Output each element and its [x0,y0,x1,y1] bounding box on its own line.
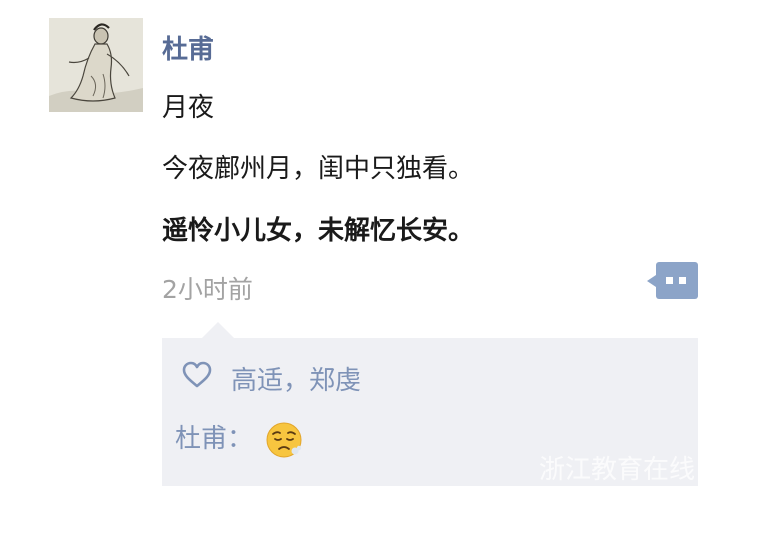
avatar[interactable] [49,18,143,112]
post-text-line: 月夜 [162,93,215,123]
post-text-line: 今夜鄜州月，闺中只独看。 [162,154,475,184]
comment-author[interactable]: 杜甫： [175,422,253,456]
post-author-name[interactable]: 杜甫 [162,33,214,67]
heart-icon [182,361,212,388]
more-options-button[interactable] [647,262,698,299]
post-text-line: 遥怜小儿女，未解忆长安。 [162,216,475,246]
sad-face-emoji-icon [266,422,302,458]
more-options-icon [666,277,673,284]
panel-pointer [202,322,234,338]
watermark-text: 浙江教育在线 [539,455,696,485]
like-names[interactable]: 高适，郑虔 [231,364,361,398]
more-options-icon [679,277,686,284]
post-timestamp: 2小时前 [162,275,253,304]
portrait-painting-icon [49,18,143,112]
